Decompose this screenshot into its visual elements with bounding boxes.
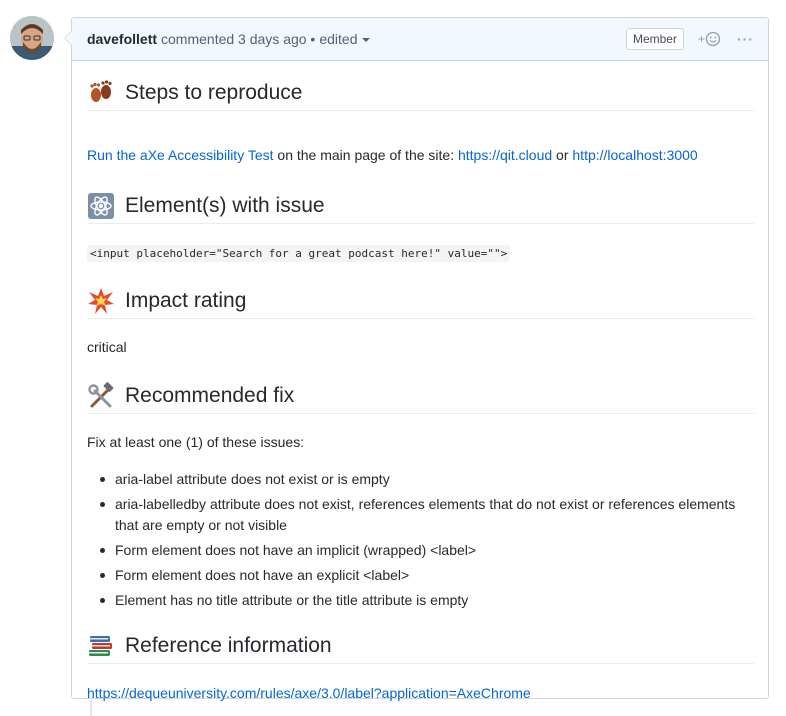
steps-text-or: or: [552, 147, 573, 163]
impact-value: critical: [87, 339, 127, 355]
comment-box: davefollett commented 3 days ago • edite…: [64, 17, 769, 701]
hammer-wrench-icon: [87, 381, 115, 410]
atom-icon: [87, 192, 115, 220]
avatar[interactable]: [10, 16, 54, 60]
reference-paragraph: https://dequeuniversity.com/rules/axe/3.…: [87, 683, 531, 703]
list-item: Form element does not have an implicit (…: [87, 540, 747, 561]
collision-icon: [87, 287, 115, 315]
heading-fix: Recommended fix: [87, 380, 754, 414]
fix-list: aria-label attribute does not exist or i…: [87, 469, 747, 615]
list-item: Element has no title attribute or the ti…: [87, 590, 747, 611]
add-reaction-button[interactable]: +: [698, 31, 721, 47]
books-icon: [87, 632, 115, 660]
plus-label: +: [697, 32, 705, 46]
heading-element-label: Element(s) with issue: [125, 193, 325, 217]
more-options-button[interactable]: ···: [737, 31, 754, 47]
element-code: <input placeholder="Search for a great p…: [87, 245, 511, 262]
deque-reference-link[interactable]: https://dequeuniversity.com/rules/axe/3.…: [87, 685, 531, 701]
qit-cloud-link[interactable]: https://qit.cloud: [458, 147, 552, 163]
smiley-icon: [705, 31, 721, 47]
heading-reference-label: Reference information: [125, 633, 332, 657]
heading-reference: Reference information: [87, 630, 754, 664]
steps-paragraph: Run the aXe Accessibility Test on the ma…: [87, 145, 698, 165]
list-item-text: Form element does not have an implicit (…: [115, 542, 477, 558]
list-item: Form element does not have an explicit <…: [87, 565, 747, 586]
author-link[interactable]: davefollett: [87, 31, 157, 47]
heading-impact: Impact rating: [87, 285, 754, 319]
list-item: aria-label attribute does not exist or i…: [87, 469, 747, 490]
edited-dropdown[interactable]: edited: [319, 31, 370, 47]
comment-header: davefollett commented 3 days ago • edite…: [72, 18, 768, 61]
heading-steps: Steps to reproduce: [87, 77, 754, 111]
caret-down-icon: [361, 38, 370, 43]
heading-impact-label: Impact rating: [125, 288, 247, 312]
axe-test-link[interactable]: Run the aXe Accessibility Test: [87, 147, 274, 163]
localhost-link[interactable]: http://localhost:3000: [572, 147, 697, 163]
list-item: aria-labelledby attribute does not exist…: [87, 494, 747, 536]
member-badge: Member: [625, 28, 684, 50]
element-code-block: <input placeholder="Search for a great p…: [87, 242, 511, 264]
heading-fix-label: Recommended fix: [125, 383, 295, 407]
fix-intro: Fix at least one (1) of these issues:: [87, 434, 305, 450]
footprints-icon: [87, 79, 115, 107]
edited-label: edited: [319, 31, 358, 47]
comment-timestamp[interactable]: commented 3 days ago •: [161, 31, 315, 47]
steps-text-mid: on the main page of the site:: [273, 147, 458, 163]
heading-steps-label: Steps to reproduce: [125, 80, 303, 104]
heading-element: Element(s) with issue: [87, 190, 754, 224]
list-item-text: Form element does not have an explicit <…: [115, 567, 410, 583]
